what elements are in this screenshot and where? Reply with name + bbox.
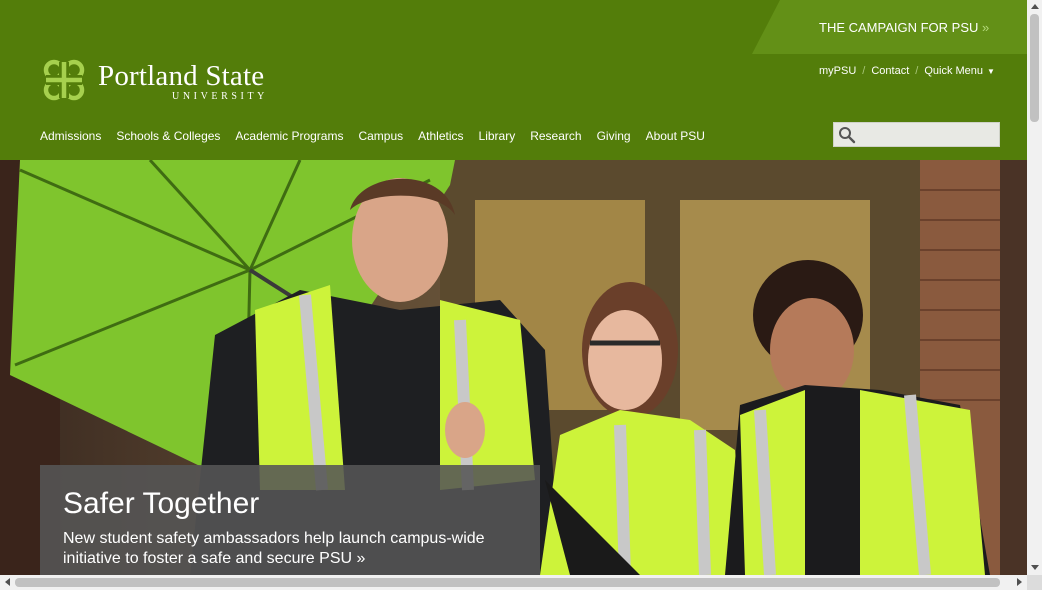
horizontal-scroll-thumb[interactable] xyxy=(15,578,1000,587)
person1-vest-left xyxy=(255,285,345,490)
search-box xyxy=(833,122,1000,147)
campaign-link-label: THE CAMPAIGN FOR PSU xyxy=(819,20,979,35)
person2-face xyxy=(588,310,662,410)
campaign-link[interactable]: THE CAMPAIGN FOR PSU » xyxy=(819,20,989,35)
vertical-scrollbar[interactable] xyxy=(1027,0,1042,575)
scrollbar-corner xyxy=(1027,575,1042,590)
scroll-up-arrow-icon[interactable] xyxy=(1031,4,1039,9)
contact-link[interactable]: Contact xyxy=(871,65,909,77)
hero-caption[interactable]: Safer Together New student safety ambass… xyxy=(40,465,540,575)
search-input[interactable] xyxy=(860,125,996,144)
utility-separator: / xyxy=(915,65,919,77)
nav-library[interactable]: Library xyxy=(479,129,516,143)
nav-about-psu[interactable]: About PSU xyxy=(646,129,705,143)
person1-vest-right xyxy=(440,300,535,490)
quick-menu-label: Quick Menu xyxy=(924,65,984,77)
psu-logo[interactable]: Portland State UNIVERSITY xyxy=(40,56,280,106)
horizontal-scrollbar[interactable] xyxy=(0,575,1027,590)
nav-giving[interactable]: Giving xyxy=(597,129,631,143)
site-header: THE CAMPAIGN FOR PSU » Portland State UN… xyxy=(0,0,1027,160)
hero-title: Safer Together xyxy=(63,487,260,520)
logo-name: Portland State xyxy=(98,60,265,92)
nav-academic-programs[interactable]: Academic Programs xyxy=(235,129,343,143)
nav-campus[interactable]: Campus xyxy=(358,129,403,143)
scroll-right-arrow-icon[interactable] xyxy=(1017,578,1022,586)
nav-research[interactable]: Research xyxy=(530,129,581,143)
search-icon[interactable] xyxy=(838,126,856,144)
mypsu-link[interactable]: myPSU xyxy=(819,65,856,77)
quick-menu-button[interactable]: Quick Menu ▼ xyxy=(924,65,995,77)
vertical-scroll-thumb[interactable] xyxy=(1030,14,1039,122)
scroll-down-arrow-icon[interactable] xyxy=(1031,565,1039,570)
utility-separator: / xyxy=(862,65,866,77)
main-nav: Admissions Schools & Colleges Academic P… xyxy=(40,129,720,143)
campaign-arrow: » xyxy=(982,20,990,35)
hero-text: New student safety ambassadors help laun… xyxy=(63,530,485,567)
nav-schools-colleges[interactable]: Schools & Colleges xyxy=(116,129,220,143)
logo-subtitle: UNIVERSITY xyxy=(172,91,268,102)
nav-admissions[interactable]: Admissions xyxy=(40,129,101,143)
psu-logo-mark-icon xyxy=(43,59,85,101)
utility-nav: myPSU / Contact / Quick Menu ▼ xyxy=(819,65,995,77)
person1-thumb xyxy=(445,402,485,458)
doorway xyxy=(1000,160,1027,575)
caret-down-icon: ▼ xyxy=(987,67,995,76)
scroll-left-arrow-icon[interactable] xyxy=(5,578,10,586)
nav-athletics[interactable]: Athletics xyxy=(418,129,463,143)
